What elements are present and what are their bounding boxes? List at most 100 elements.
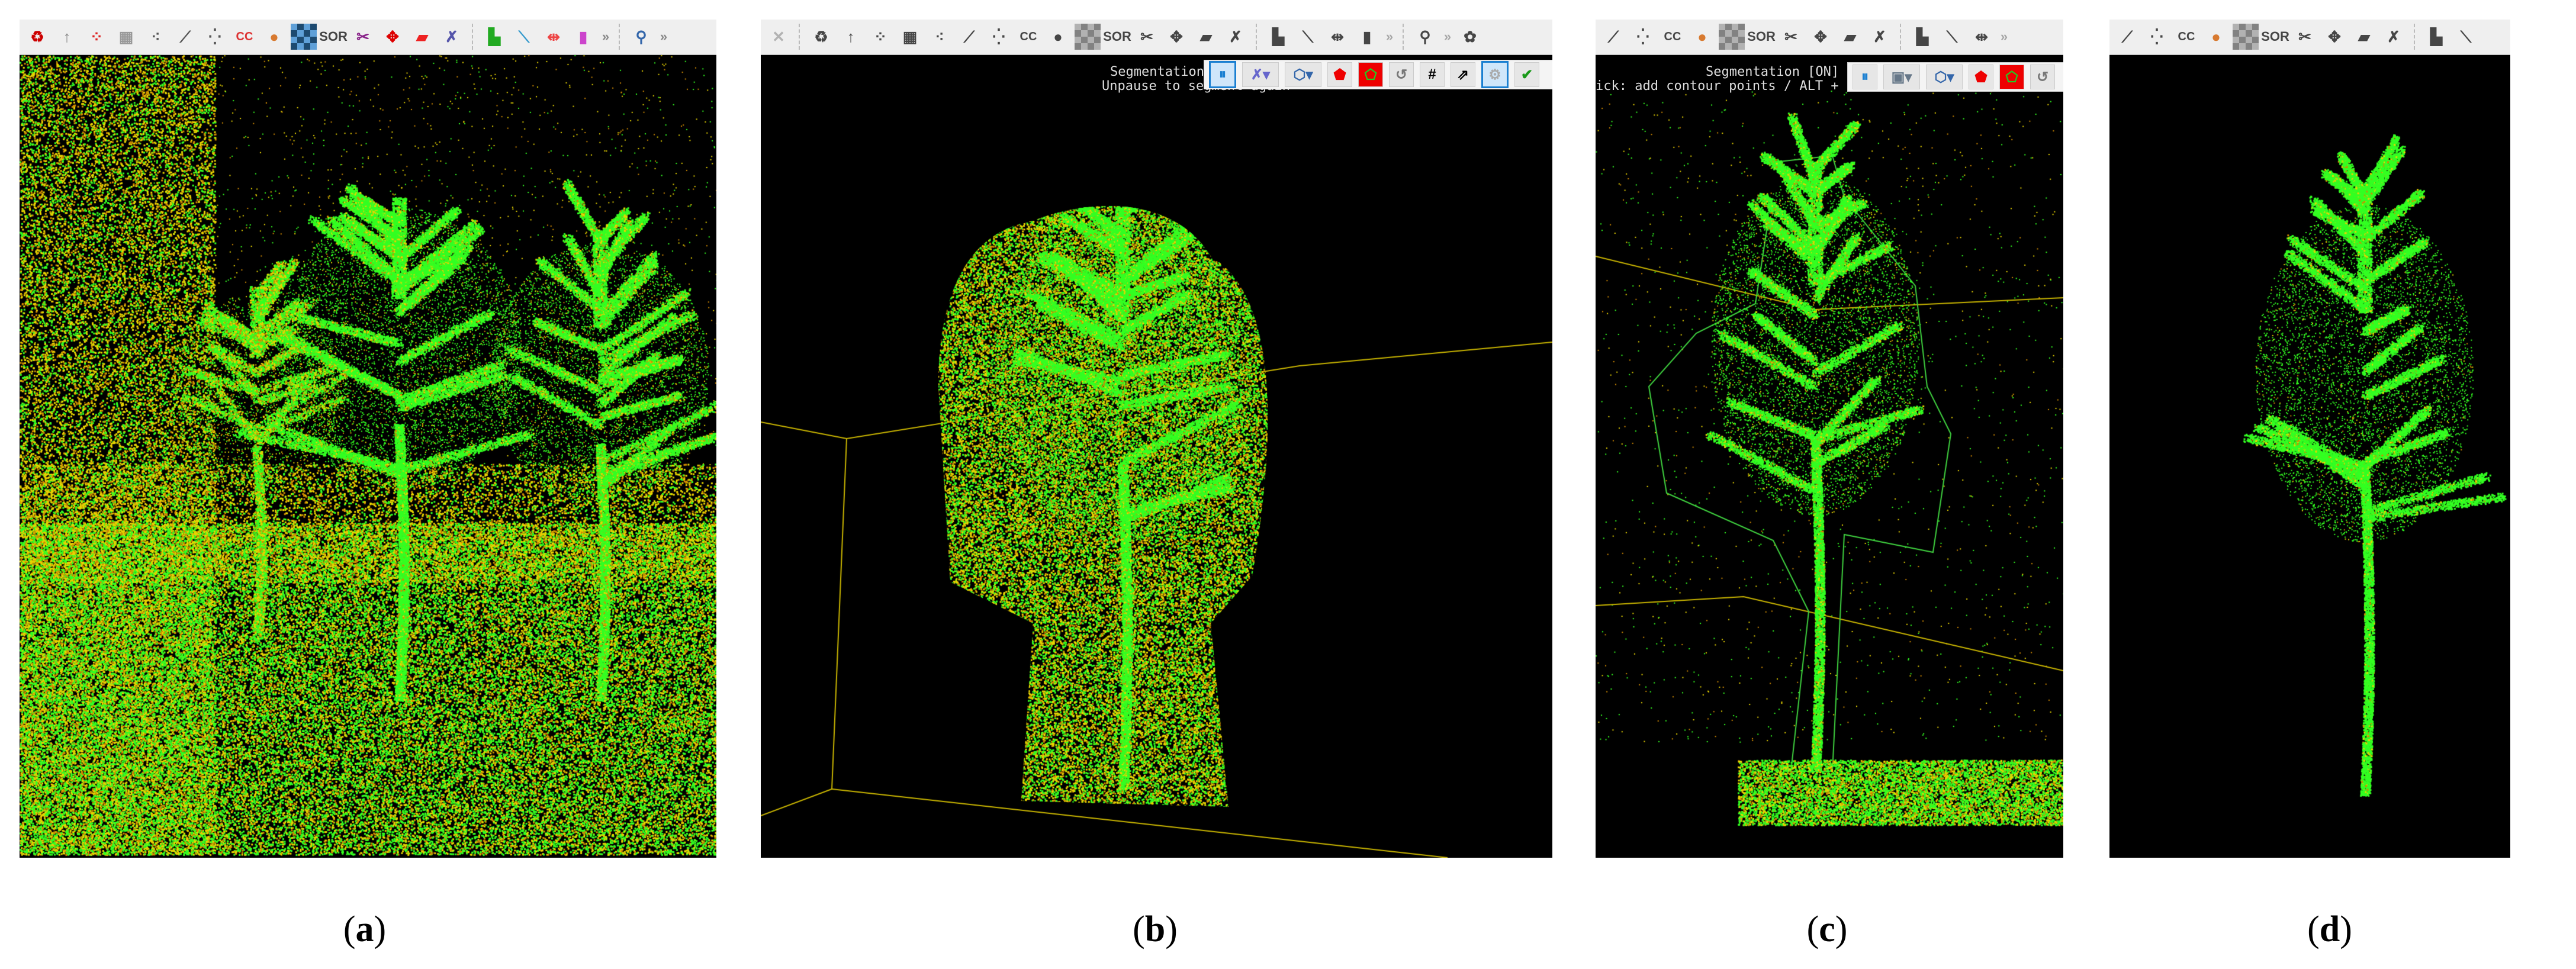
histogram-icon[interactable]: ▙ [1909,24,1935,50]
checkerboard-icon[interactable] [2233,24,2259,50]
primitive-distance-icon[interactable]: ⁛ [2144,24,2170,50]
merge-icon[interactable]: ♻ [808,24,834,50]
checkerboard-icon[interactable] [1075,24,1101,50]
scissors-icon[interactable]: ✂ [1778,24,1804,50]
segment-out-button[interactable]: ⬠ [1358,62,1383,87]
panel-a-raw-point-cloud: ♻ ↑ ⁘ ▦ ⁖ ⟋ ⁛ CC ● SOR ✂ ✥ ▰ ✗ ▙ ⟍ ⇹ ▮ »… [20,20,716,858]
fit-icon[interactable]: ● [1045,24,1071,50]
mesh-distance-icon[interactable]: ⟋ [1600,24,1626,50]
main-toolbar-disabled: ✕ ♻ ↑ ⁘ ▦ ⁖ ⟋ ⁛ CC ● SOR ✂ ✥ ▰ ✗ ▙ ⟍ ⇹ ▮… [761,20,1552,55]
cross-section-icon[interactable]: ▰ [409,24,435,50]
translate-rotate-icon[interactable]: ✥ [1808,24,1834,50]
sor-filter-icon[interactable]: SOR [319,24,348,50]
plugin-icon[interactable]: ✿ [1457,24,1483,50]
pause-button[interactable]: ⏸ [1853,65,1877,89]
point-picking-icon[interactable]: ✗ [2381,24,2407,50]
sor-filter-icon[interactable]: SOR [2261,24,2289,50]
polygon-mode-dropdown[interactable]: ⬡▾ [1285,62,1321,87]
merge-icon[interactable]: ♻ [24,24,50,50]
toolbar-more-button[interactable]: » [658,24,670,50]
histogram-icon[interactable]: ▙ [2423,24,2449,50]
pause-button[interactable]: ⏸ [1209,61,1236,88]
cloud-distance-icon[interactable]: ⁖ [927,24,953,50]
subsample-icon[interactable]: ⁘ [867,24,893,50]
primitive-distance-icon[interactable]: ⁛ [1630,24,1656,50]
selection-mode-dropdown[interactable]: ✗▾ [1242,62,1279,87]
mesh-icon[interactable]: ▦ [897,24,923,50]
histogram-icon[interactable]: ▙ [481,24,507,50]
cloud-distance-icon[interactable]: ⁖ [143,24,169,50]
point-cloud-view[interactable] [761,20,1552,858]
cross-section-icon[interactable]: ▰ [2351,24,2377,50]
main-toolbar-disabled: ⟋ ⁛ CC ● SOR ✂ ✥ ▰ ✗ ▙ ⟍ ⇹ » [1596,20,2063,55]
cross-section-icon[interactable]: ▰ [1837,24,1863,50]
point-picking-icon[interactable]: ✗ [1223,24,1249,50]
cc-icon[interactable]: CC [231,24,258,50]
min-max-icon[interactable]: ⇹ [541,24,567,50]
toolbar-separator [619,24,621,50]
scalar-field-icon[interactable]: ▮ [570,24,596,50]
translate-rotate-icon[interactable]: ✥ [1163,24,1189,50]
min-max-icon[interactable]: ⇹ [1969,24,1995,50]
export-icon[interactable]: ⇗ [1451,62,1475,87]
point-picking-icon[interactable]: ✗ [439,24,465,50]
mesh-distance-icon[interactable]: ⟋ [2114,24,2140,50]
mesh-icon[interactable]: ▦ [113,24,139,50]
close-icon[interactable]: ✕ [766,24,792,50]
segment-in-button[interactable]: ⬟ [1969,65,1993,89]
scissors-icon[interactable]: ✂ [350,24,376,50]
translate-rotate-icon[interactable]: ✥ [2321,24,2347,50]
segment-out-button[interactable]: ⬠ [1999,65,2024,89]
sor-filter-icon[interactable]: SOR [1747,24,1776,50]
save-dropdown[interactable]: ▣▾ [1883,65,1920,89]
caption-b: (b) [1133,909,1178,949]
scissors-icon[interactable]: ✂ [1134,24,1160,50]
cc-icon[interactable]: CC [1015,24,1041,50]
checkerboard-icon[interactable] [1719,24,1745,50]
point-cloud-view[interactable] [1596,20,2063,858]
segmentation-status-text: Segmentation [ON] (po [1706,65,1871,79]
grid-icon[interactable]: # [1420,62,1445,87]
confirm-button[interactable]: ✔ [1514,62,1539,87]
polygon-mode-dropdown[interactable]: ⬡▾ [1926,65,1963,89]
subsample-icon[interactable]: ⁘ [83,24,110,50]
mesh-distance-icon[interactable]: ⟋ [172,24,198,50]
translate-rotate-icon[interactable]: ✥ [380,24,406,50]
toolbar-more-button[interactable]: » [600,24,612,50]
reset-icon[interactable]: ↺ [1389,62,1414,87]
reset-icon[interactable]: ↺ [2030,65,2055,89]
statistics-icon[interactable]: ⟍ [1939,24,1965,50]
primitive-distance-icon[interactable]: ⁛ [986,24,1012,50]
checkerboard-icon[interactable] [291,24,317,50]
main-toolbar-disabled: ⟋ ⁛ CC ● SOR ✂ ✥ ▰ ✗ ▙ ⟍ [2109,20,2510,55]
fit-icon[interactable]: ● [1689,24,1715,50]
fit-icon[interactable]: ● [2203,24,2229,50]
canupo-icon[interactable]: ⚲ [1412,24,1438,50]
statistics-icon[interactable]: ⟍ [1295,24,1321,50]
point-picking-icon[interactable]: ✗ [1867,24,1893,50]
cross-section-icon[interactable]: ▰ [1193,24,1219,50]
toolbar-more-button[interactable]: » [1998,24,2010,50]
statistics-icon[interactable]: ⟍ [511,24,537,50]
canupo-icon[interactable]: ⚲ [628,24,654,50]
point-cloud-view[interactable] [20,20,716,858]
cc-icon[interactable]: CC [1660,24,1686,50]
point-cloud-view[interactable] [2109,20,2510,858]
toolbar-more-button[interactable]: » [1384,24,1395,50]
panel-c-segmentation-active: ⟋ ⁛ CC ● SOR ✂ ✥ ▰ ✗ ▙ ⟍ ⇹ » Segmentatio… [1596,20,2063,858]
min-max-icon[interactable]: ⇹ [1324,24,1350,50]
normals-icon[interactable]: ↑ [54,24,80,50]
fit-icon[interactable]: ● [261,24,287,50]
toolbar-more-button[interactable]: » [1442,24,1453,50]
primitive-distance-icon[interactable]: ⁛ [202,24,228,50]
cc-icon[interactable]: CC [2173,24,2199,50]
mesh-distance-icon[interactable]: ⟋ [956,24,982,50]
scalar-field-icon[interactable]: ▮ [1354,24,1380,50]
settings-icon[interactable]: ⚙ [1481,61,1509,88]
scissors-icon[interactable]: ✂ [2292,24,2318,50]
segment-in-button[interactable]: ⬟ [1327,62,1352,87]
sor-filter-icon[interactable]: SOR [1103,24,1131,50]
statistics-icon[interactable]: ⟍ [2453,24,2479,50]
histogram-icon[interactable]: ▙ [1265,24,1291,50]
normals-icon[interactable]: ↑ [838,24,864,50]
